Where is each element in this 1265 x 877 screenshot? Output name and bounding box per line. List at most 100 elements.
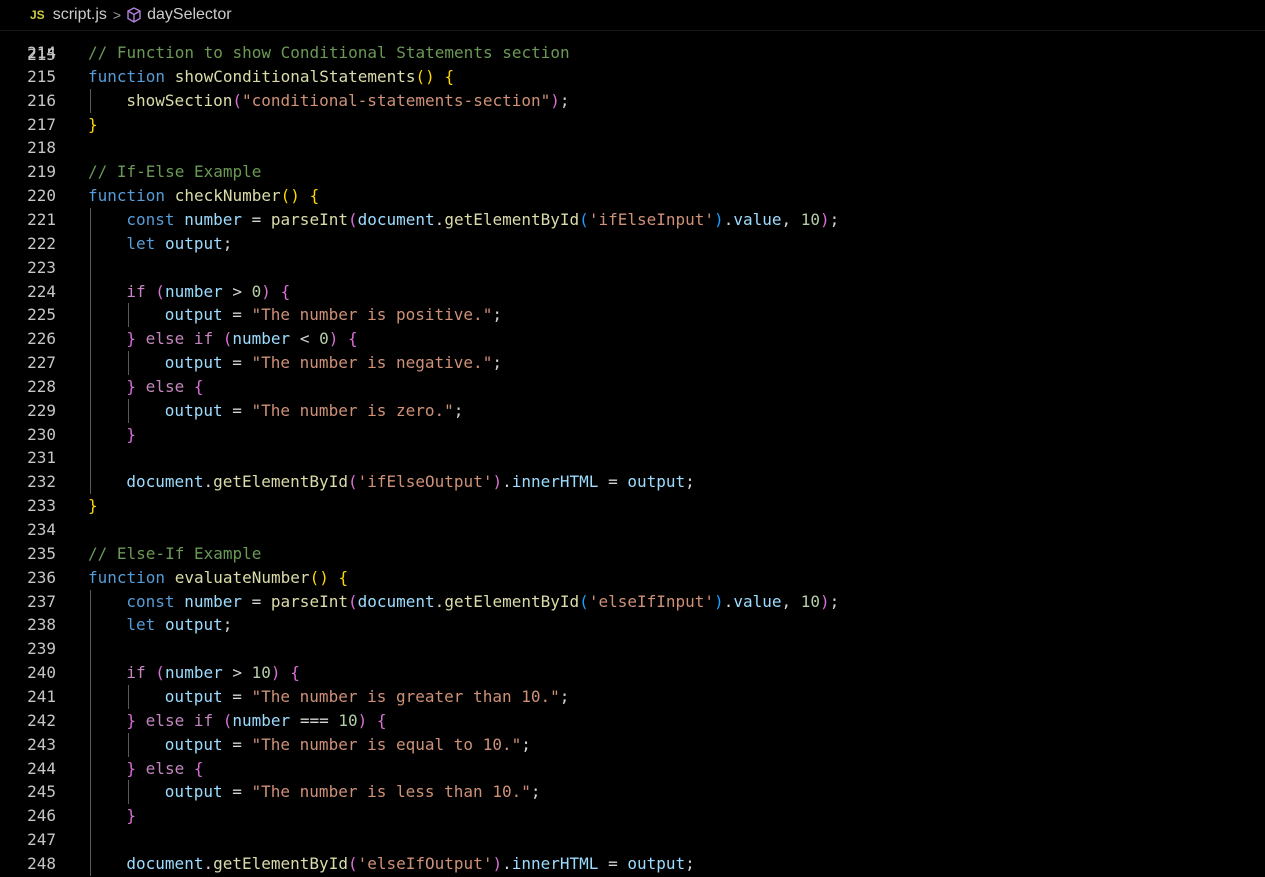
code-token: output [164, 734, 223, 754]
code-line: 240 if (number > 10) { [0, 661, 1265, 686]
line-number: 247 [27, 830, 56, 850]
line-number: 244 [27, 758, 56, 778]
code-line: 230} [0, 422, 1265, 447]
line-number: 243 [27, 734, 56, 754]
code-token: () [280, 186, 300, 206]
code-token: else [145, 329, 185, 349]
line-number: 225 [27, 305, 56, 325]
breadcrumb-file[interactable]: script.js [53, 6, 107, 24]
line-number: 241 [27, 686, 56, 706]
code-token: ( [232, 90, 242, 110]
code-line: 218 [0, 136, 1265, 160]
code-text: const number = parseInt(document.getElem… [126, 208, 839, 232]
code-text: output = "The number is greater than 10.… [165, 685, 570, 709]
indent-guide [90, 351, 91, 376]
code-token: . [723, 209, 734, 229]
code-token: ; [559, 686, 570, 706]
code-text: // If-Else Example [88, 160, 261, 184]
code-token: . [502, 853, 512, 873]
code-token: if [126, 663, 146, 683]
code-token: const [126, 591, 175, 611]
code-token: = [222, 353, 252, 373]
code-line: 239 [0, 637, 1265, 662]
line-number: 248 [27, 853, 56, 873]
code-text: function checkNumber() { [88, 184, 319, 208]
code-token: ; [222, 233, 233, 253]
code-token: { [376, 710, 387, 730]
code-token: ; [222, 615, 233, 635]
code-token: . [203, 472, 214, 492]
code-text: output = "The number is negative."; [165, 351, 502, 375]
code-token: ; [829, 591, 840, 611]
code-line: 216 showSection("conditional-statements-s… [0, 88, 1265, 113]
code-token: number [164, 663, 223, 683]
code-token: innerHTML [511, 853, 599, 873]
code-token: ( [347, 853, 358, 873]
code-token: } [126, 806, 137, 826]
indent-guide [90, 828, 91, 853]
code-line: 221 const number = parseInt(document.getE… [0, 207, 1265, 232]
javascript-file-icon: JS [30, 8, 45, 22]
code-token: ) [492, 472, 503, 492]
indent-guide [90, 661, 91, 686]
code-token: { [309, 186, 320, 206]
code-text: } else { [126, 375, 203, 399]
code-token: ) [270, 663, 281, 683]
line-number: 237 [27, 591, 56, 611]
breadcrumb-symbol[interactable]: daySelector [147, 6, 232, 24]
indent-guide [90, 470, 91, 495]
code-token: ) [492, 853, 503, 873]
indent-guide [90, 303, 91, 328]
code-line: 219 // If-Else Example [0, 160, 1265, 184]
code-token: "conditional-statements-section" [242, 90, 551, 110]
code-token: output [164, 686, 223, 706]
code-token: getElementById [444, 209, 580, 229]
indent-guide [90, 398, 91, 423]
code-token: output [164, 305, 223, 325]
code-token: () [415, 66, 435, 86]
code-text: output = "The number is positive."; [165, 303, 502, 327]
indent-guide [90, 684, 91, 709]
code-token: evaluateNumber [174, 567, 310, 587]
code-line: 224 if (number > 0) { [0, 279, 1265, 304]
code-text: showSection("conditional-statements-sect… [126, 89, 569, 113]
code-token: ) [820, 591, 830, 611]
code-token: = [222, 305, 252, 325]
code-token: "The number is greater than 10." [251, 686, 560, 706]
code-text: } [88, 113, 98, 137]
code-line: 248 document.getElementById('elseIfOutput… [0, 851, 1265, 876]
code-token: { [280, 281, 291, 301]
code-token: } [88, 114, 98, 134]
code-text: document.getElementById('ifElseOutput').… [126, 470, 694, 494]
line-number: 223 [27, 257, 56, 277]
code-text: } [126, 804, 136, 828]
code-line: 225 output = "The number is positive."; [0, 303, 1265, 328]
code-token: // Function to show Conditional Statemen… [88, 43, 570, 62]
code-token: value [733, 209, 782, 229]
code-token: 10 [800, 209, 821, 229]
code-token: } [126, 758, 137, 778]
indent-guide [90, 732, 91, 757]
code-line: 241 output = "The number is greater than … [0, 684, 1265, 709]
code-token: ) [714, 209, 724, 229]
indent-guide [90, 804, 91, 829]
line-number: 238 [27, 615, 56, 635]
code-token: if [193, 710, 214, 730]
code-token: 'elseIfInput' [588, 591, 715, 611]
code-line: 243 output = "The number is equal to 10."… [0, 732, 1265, 757]
code-token: ) [357, 710, 368, 730]
code-text: const number = parseInt(document.getElem… [126, 590, 839, 614]
code-token: = [598, 472, 628, 492]
code-editor[interactable]: 215 214 // Function to show Conditional S… [0, 30, 1265, 877]
indent-guide [90, 708, 91, 733]
code-token: value [733, 591, 782, 611]
code-token: output [164, 400, 223, 420]
line-number: 214 [27, 43, 56, 62]
code-token: = [242, 209, 271, 229]
code-token: . [502, 472, 512, 492]
